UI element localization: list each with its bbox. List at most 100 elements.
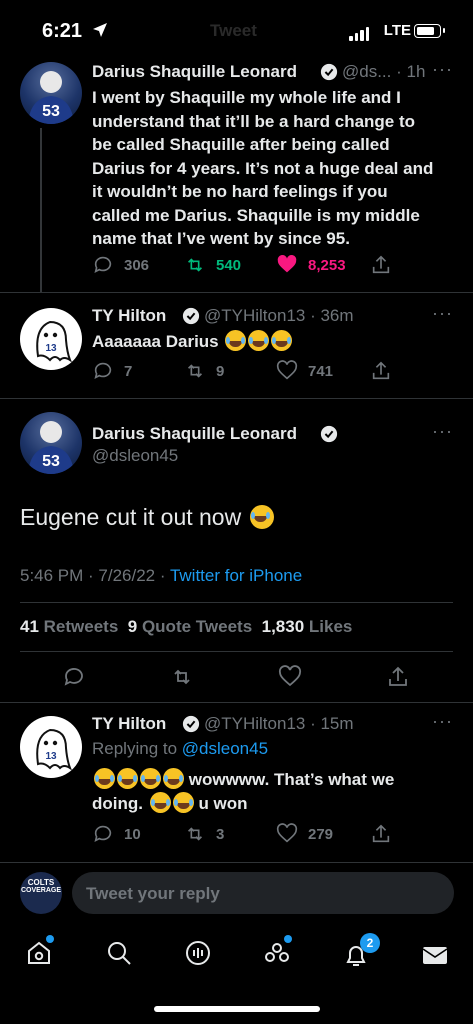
retweet-action[interactable]: 3 bbox=[184, 823, 224, 845]
heart-filled-icon bbox=[277, 255, 297, 273]
avatar[interactable]: 13 bbox=[20, 308, 82, 370]
author-name[interactable]: TY Hilton bbox=[92, 306, 166, 326]
avatar[interactable]: 13 bbox=[20, 716, 82, 778]
like-action[interactable]: 741 bbox=[276, 360, 333, 382]
spaces-icon[interactable] bbox=[183, 938, 213, 973]
share-icon[interactable] bbox=[370, 254, 392, 276]
laughing-emoji-icon bbox=[140, 768, 161, 789]
reply-action[interactable]: 306 bbox=[92, 254, 149, 276]
more-options-icon[interactable]: ··· bbox=[432, 421, 453, 442]
header-title-ghost: Tweet bbox=[210, 21, 257, 40]
location-arrow-icon bbox=[93, 23, 107, 37]
like-count: 741 bbox=[308, 362, 334, 380]
retweet-count: 3 bbox=[216, 825, 225, 843]
jersey-number: 13 bbox=[45, 751, 57, 762]
retweets-stat[interactable]: 41 Retweets bbox=[20, 617, 118, 636]
search-icon[interactable] bbox=[104, 938, 134, 973]
tweet-text-line1: wowwww. That’s what we bbox=[188, 770, 395, 789]
divider bbox=[0, 702, 473, 703]
battery-icon bbox=[414, 24, 445, 38]
retweet-action[interactable]: 9 bbox=[184, 360, 224, 382]
notifications-badge: 2 bbox=[360, 933, 380, 953]
verified-badge-icon bbox=[182, 715, 200, 733]
retweet-icon bbox=[187, 827, 203, 841]
tweet-source-link[interactable]: Twitter for iPhone bbox=[170, 566, 302, 585]
divider bbox=[20, 602, 453, 603]
replying-to: Replying to @dsleon45 bbox=[92, 739, 268, 759]
retweet-icon bbox=[187, 258, 203, 272]
laughing-emoji-icon bbox=[117, 768, 138, 789]
retweet-action[interactable]: 540 bbox=[184, 254, 241, 276]
messages-envelope-icon[interactable] bbox=[420, 940, 450, 975]
jersey-number: 53 bbox=[42, 103, 60, 120]
replying-handle-link[interactable]: @dsleon45 bbox=[182, 739, 268, 758]
author-name[interactable]: Darius Shaquille Leonard bbox=[92, 424, 297, 444]
tweet-timestamp-row: 5:46 PM · 7/26/22 · Twitter for iPhone bbox=[20, 566, 302, 586]
quotes-stat[interactable]: 9 Quote Tweets bbox=[128, 617, 252, 636]
share-icon[interactable] bbox=[370, 823, 392, 845]
share-icon[interactable] bbox=[370, 360, 392, 382]
tweet-text: I went by Shaquille my whole life and I … bbox=[92, 88, 434, 248]
divider bbox=[0, 862, 473, 863]
like-count: 279 bbox=[308, 825, 334, 843]
retweet-icon[interactable] bbox=[170, 665, 194, 689]
main-tweet-text-row: Eugene cut it out now bbox=[20, 504, 274, 531]
home-icon[interactable] bbox=[24, 938, 54, 973]
main-tweet-text: Eugene cut it out now bbox=[20, 504, 242, 530]
status-time: 6:21 bbox=[42, 20, 83, 42]
composer-avatar[interactable]: COLTS COVERAGE bbox=[20, 872, 62, 914]
laughing-emoji-icon bbox=[163, 768, 184, 789]
more-options-icon[interactable]: ··· bbox=[432, 303, 453, 324]
laughing-emoji-icon bbox=[172, 791, 194, 813]
handle-time: @TYHilton13 · 36m bbox=[204, 306, 354, 325]
likes-label: Likes bbox=[308, 617, 353, 636]
laughing-emoji-icon bbox=[271, 330, 293, 351]
author-name[interactable]: Darius Shaquille Leonard bbox=[92, 62, 297, 82]
avatar[interactable]: 53 bbox=[20, 412, 82, 474]
laughing-emoji-icon bbox=[225, 330, 247, 351]
retweet-count: 540 bbox=[216, 256, 242, 274]
share-icon[interactable] bbox=[386, 665, 410, 689]
more-options-icon[interactable]: ··· bbox=[432, 711, 453, 732]
communities-notification-dot bbox=[284, 935, 292, 943]
verified-badge-icon bbox=[320, 63, 338, 81]
replying-prefix: Replying to bbox=[92, 739, 182, 758]
like-action[interactable]: 8,253 bbox=[276, 254, 346, 276]
reply-count: 306 bbox=[124, 256, 150, 274]
divider bbox=[20, 651, 453, 652]
likes-count: 1,830 bbox=[261, 617, 305, 636]
reply-action[interactable]: 10 bbox=[92, 823, 141, 845]
reply-icon[interactable] bbox=[62, 665, 86, 689]
retweet-count: 9 bbox=[216, 362, 225, 380]
laughing-emoji-icon bbox=[94, 768, 115, 789]
thread-line bbox=[40, 128, 42, 293]
home-notification-dot bbox=[46, 935, 54, 943]
ghost-logo-icon: 13 bbox=[36, 728, 73, 771]
quotes-label: Quote Tweets bbox=[141, 617, 253, 636]
reply-count: 10 bbox=[124, 825, 141, 843]
reply-count: 7 bbox=[124, 362, 133, 380]
laughing-emoji-icon bbox=[248, 330, 270, 351]
reply-action[interactable]: 7 bbox=[92, 360, 132, 382]
author-name[interactable]: TY Hilton bbox=[92, 714, 166, 734]
tweet-text: wowwww. That’s what we doing. u won bbox=[92, 768, 442, 815]
retweets-count: 41 bbox=[20, 617, 39, 636]
home-indicator bbox=[154, 1006, 320, 1012]
likes-stat[interactable]: 1,830 Likes bbox=[262, 617, 353, 636]
like-action[interactable]: 279 bbox=[276, 823, 333, 845]
communities-icon[interactable] bbox=[262, 938, 292, 973]
laughing-emoji-icon bbox=[149, 791, 171, 813]
more-options-icon[interactable]: ··· bbox=[432, 59, 453, 80]
retweet-icon bbox=[187, 364, 203, 378]
author-handle[interactable]: @dsleon45 bbox=[92, 446, 178, 466]
handle-time: @TYHilton13 · 15m bbox=[204, 714, 354, 733]
avatar-text-2: COVERAGE bbox=[20, 887, 62, 894]
tweet-text-row: Aaaaaaa Darius bbox=[92, 330, 293, 354]
heart-icon[interactable] bbox=[278, 665, 302, 689]
divider bbox=[0, 292, 473, 293]
verified-badge-icon bbox=[182, 307, 200, 325]
handle-time: @ds... · 1h bbox=[342, 62, 426, 81]
tweet-text-line2a: doing. bbox=[92, 793, 143, 813]
heart-icon bbox=[276, 360, 298, 380]
laughing-emoji-icon bbox=[249, 505, 274, 529]
